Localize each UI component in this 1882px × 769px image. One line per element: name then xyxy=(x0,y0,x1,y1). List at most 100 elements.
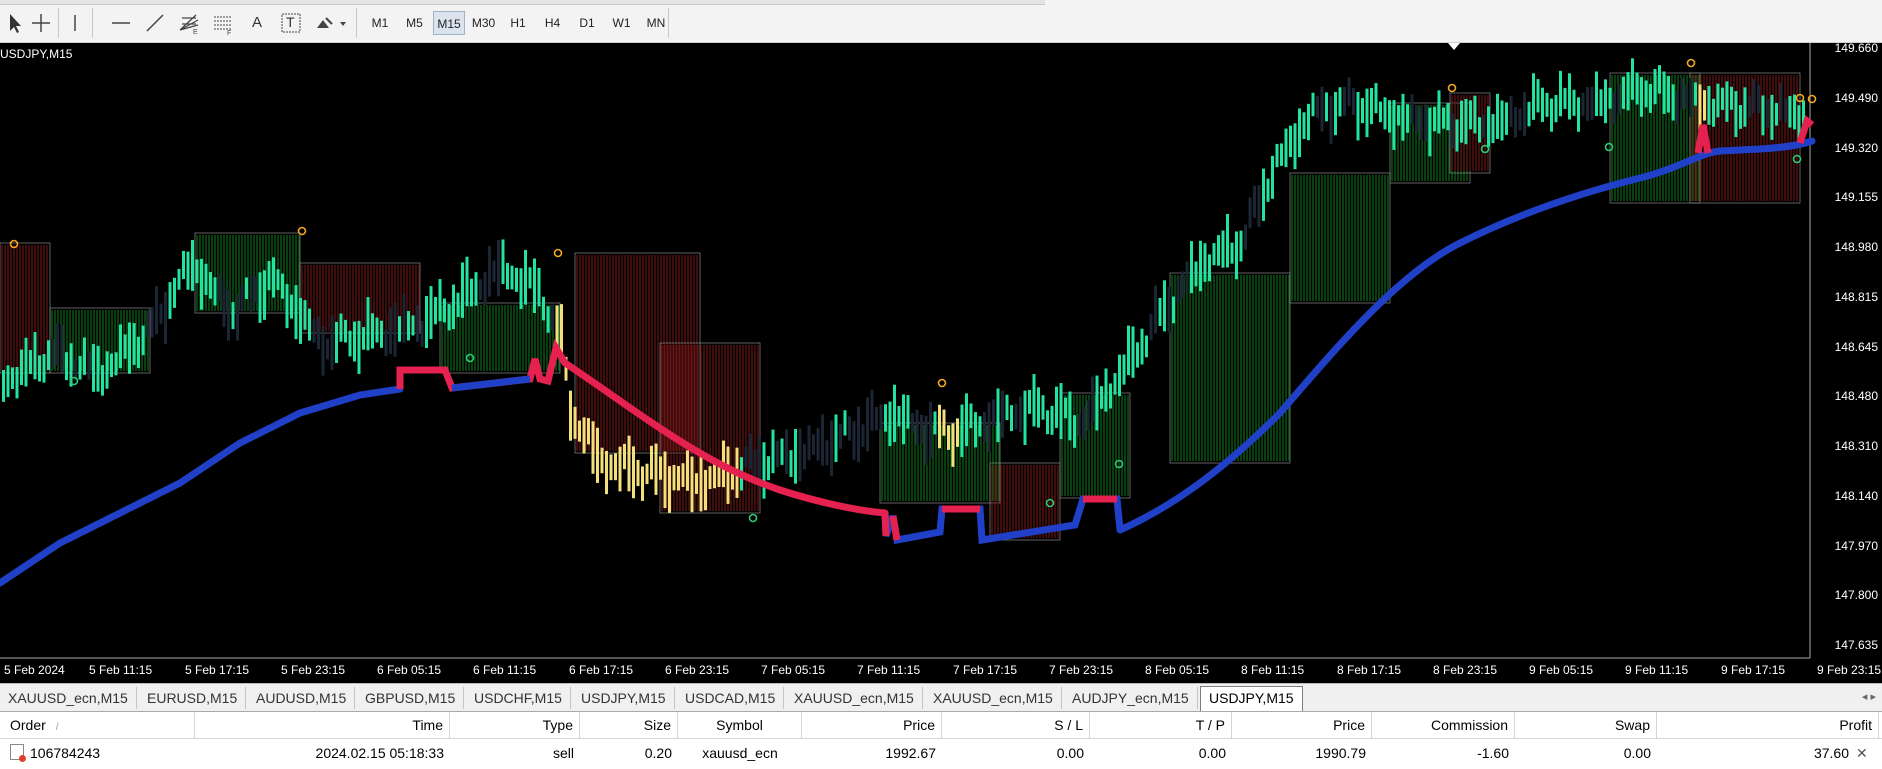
price-bar xyxy=(294,285,298,340)
arrows-tool-icon[interactable] xyxy=(312,10,350,36)
column-header[interactable]: Order / xyxy=(4,712,195,738)
price-chart[interactable]: USDJPY,M15 149.660 149.490 149.320 149.155 1… xyxy=(0,41,1882,683)
price-bar xyxy=(1239,230,1243,262)
column-header[interactable]: Profit xyxy=(1657,712,1879,738)
price-bar xyxy=(452,284,455,330)
orders-table: Order / Time Type Size Symbol Price S / L T / P P… xyxy=(0,711,1882,769)
vertical-line-icon[interactable] xyxy=(62,10,88,36)
price-bar xyxy=(1136,342,1139,368)
price-bar xyxy=(1149,313,1153,341)
price-bar xyxy=(1302,112,1306,139)
price-bar xyxy=(852,421,856,460)
chart-tab[interactable]: GBPUSD,M15 xyxy=(357,687,465,709)
timeframe-d1-button[interactable]: D1 xyxy=(571,11,603,35)
chart-tab[interactable]: EURUSD,M15 xyxy=(139,687,247,709)
fibonacci-retracement-icon[interactable]: F xyxy=(210,10,236,37)
moving-average-line xyxy=(0,385,404,587)
price-bar xyxy=(1037,387,1040,428)
price-bar xyxy=(1181,271,1184,299)
column-header[interactable]: Price xyxy=(802,712,942,738)
chart-tab[interactable]: USDJPY,M15 xyxy=(573,687,675,709)
price-bar xyxy=(1658,65,1661,94)
chart-tab[interactable]: USDCHF,M15 xyxy=(466,687,571,709)
price-bar xyxy=(974,412,977,448)
timeframe-h1-button[interactable]: H1 xyxy=(502,11,534,35)
horizontal-line-icon[interactable] xyxy=(108,10,134,36)
price-bar xyxy=(1284,128,1288,168)
price-tick-label: 148.140 xyxy=(1834,488,1878,503)
price-bar xyxy=(915,409,919,445)
time-tick-label: 5 Feb 2024 xyxy=(4,663,65,677)
time-tick-label: 9 Feb 05:15 xyxy=(1529,663,1594,677)
price-tick-label: 148.310 xyxy=(1834,439,1878,453)
column-header[interactable]: Symbol xyxy=(678,712,802,738)
chart-canvas[interactable] xyxy=(0,43,1882,683)
column-header[interactable]: S / L xyxy=(942,712,1090,738)
timeframe-m15-button[interactable]: M15 xyxy=(433,11,465,35)
price-bar xyxy=(470,278,473,307)
price-bar xyxy=(672,465,676,491)
price-bar xyxy=(245,277,248,300)
price-bar xyxy=(1311,92,1315,117)
time-tick-label: 9 Feb 23:15 xyxy=(1817,663,1882,677)
price-bar xyxy=(1127,325,1130,376)
price-bar xyxy=(299,297,302,344)
price-bar xyxy=(168,282,172,319)
fibonacci-fan-icon[interactable]: E xyxy=(176,10,202,36)
price-bar xyxy=(258,272,262,323)
cursor-icon[interactable] xyxy=(2,10,28,36)
price-bar xyxy=(1154,285,1157,334)
price-bar xyxy=(515,267,518,292)
text-label-icon[interactable]: T xyxy=(278,10,304,36)
text-tool-icon[interactable]: A xyxy=(244,10,270,36)
column-header[interactable]: Size xyxy=(580,712,678,738)
column-header[interactable]: Type xyxy=(450,712,580,738)
price-bar xyxy=(1388,100,1391,133)
column-header[interactable]: Commission xyxy=(1372,712,1515,738)
price-bar xyxy=(960,404,964,458)
price-bar xyxy=(605,450,608,495)
price-bar xyxy=(1775,103,1778,126)
price-bar xyxy=(411,315,415,336)
price-bar xyxy=(708,466,712,490)
column-header[interactable]: T / P xyxy=(1090,712,1232,738)
chart-tab[interactable]: XAUUSD_ecn,M15 xyxy=(786,687,923,709)
chart-tab[interactable]: AUDUSD,M15 xyxy=(248,687,356,709)
price-bar xyxy=(699,456,703,512)
chart-symbol-label: USDJPY,M15 xyxy=(0,47,73,61)
timeframe-m30-button[interactable]: M30 xyxy=(468,11,500,35)
crosshair-icon[interactable] xyxy=(28,10,54,36)
price-bar xyxy=(1203,243,1207,282)
chart-tab[interactable]: AUDJPY_ecn,M15 xyxy=(1064,687,1198,709)
order-cell-tp: 0.00 xyxy=(1090,739,1232,767)
price-bar xyxy=(1649,83,1652,113)
timeframe-h4-button[interactable]: H4 xyxy=(537,11,569,35)
column-header[interactable]: Swap xyxy=(1515,712,1657,738)
price-bar xyxy=(519,268,523,309)
chart-tab[interactable]: XAUUSD_ecn,M15 xyxy=(925,687,1062,709)
close-order-icon[interactable]: ✕ xyxy=(1856,739,1878,767)
column-header[interactable]: Price xyxy=(1232,712,1372,738)
tab-scroll-arrows[interactable]: ◂ ▸ xyxy=(1862,690,1876,703)
price-bar xyxy=(1730,86,1733,110)
fractal-marker-icon xyxy=(297,226,307,236)
chart-tab[interactable]: XAUUSD_ecn,M15 xyxy=(0,687,137,709)
chart-tab[interactable]: USDCAD,M15 xyxy=(677,687,785,709)
column-header[interactable]: Time xyxy=(195,712,450,738)
price-bar xyxy=(173,277,176,308)
price-bar xyxy=(1464,98,1468,145)
price-bar xyxy=(384,329,388,357)
timeframe-m1-button[interactable]: M1 xyxy=(364,11,396,35)
price-bar xyxy=(1734,91,1738,138)
timeframe-m5-button[interactable]: M5 xyxy=(399,11,431,35)
price-bar xyxy=(1325,92,1328,122)
price-bar xyxy=(600,447,604,474)
chart-tab[interactable]: USDJPY,M15 xyxy=(1200,686,1303,711)
price-bar xyxy=(884,404,887,432)
price-bar xyxy=(11,367,14,389)
price-bar xyxy=(947,425,950,450)
timeframe-w1-button[interactable]: W1 xyxy=(606,11,638,35)
trendline-icon[interactable] xyxy=(142,10,168,36)
price-bar xyxy=(1505,102,1508,135)
price-bar xyxy=(587,418,590,445)
